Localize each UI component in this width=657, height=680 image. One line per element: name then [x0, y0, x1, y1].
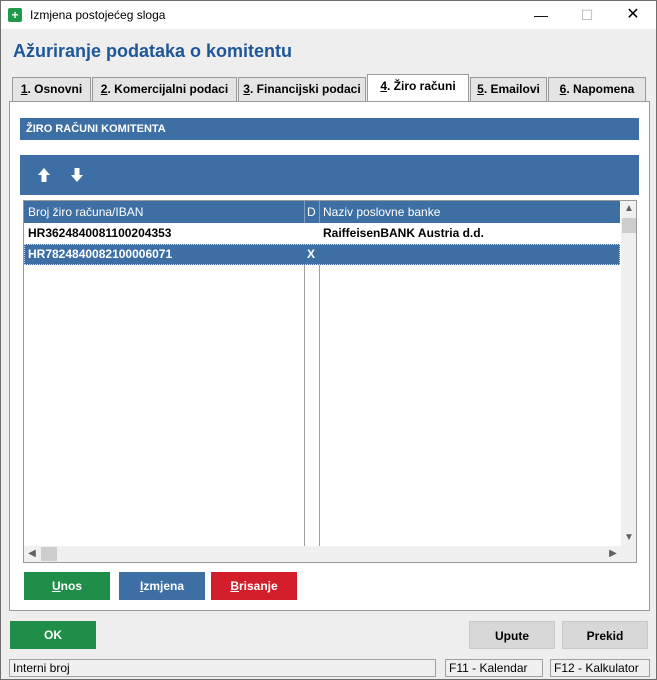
table-row[interactable]: HR3624840081100204353 RaiffeisenBANK Aus…	[24, 223, 620, 244]
move-down-button[interactable]	[66, 164, 88, 186]
cell-iban: HR7824840082100006071	[28, 247, 173, 261]
cell-bank	[319, 244, 619, 265]
tab-ziro-racuni[interactable]: 4. Žiro računi	[367, 74, 469, 101]
dialog-body: Ažuriranje podataka o komitentu 1. Osnov…	[1, 29, 656, 617]
title-bar: + Izmjena postojećeg sloga — ☐ ✕	[1, 1, 656, 29]
upute-button[interactable]: Upute	[469, 621, 555, 649]
scroll-down-icon[interactable]: ▼	[621, 530, 636, 546]
prekid-button[interactable]: Prekid	[562, 621, 648, 649]
button-label: nos	[60, 579, 82, 593]
scroll-thumb[interactable]	[41, 547, 57, 561]
tab-mnemonic: 3	[243, 82, 250, 96]
button-mnemonic: B	[230, 579, 239, 593]
section-header: ŽIRO RAČUNI KOMITENTA	[20, 118, 639, 140]
minimize-button[interactable]: —	[518, 1, 564, 29]
vertical-scrollbar[interactable]: ▲ ▼	[621, 201, 636, 546]
tab-emailovi[interactable]: 5. Emailovi	[470, 77, 547, 101]
status-bar: Interni broj F11 - Kalendar F12 - Kalkul…	[1, 656, 656, 679]
tab-komercijalni-podaci[interactable]: 2. Komercijalni podaci	[92, 77, 237, 101]
close-button[interactable]: ✕	[610, 1, 656, 29]
column-header-d[interactable]: D	[304, 201, 319, 223]
tab-mnemonic: 4	[380, 79, 387, 93]
scrollbar-corner	[621, 546, 636, 562]
button-mnemonic: U	[51, 579, 61, 593]
ok-button[interactable]: OK	[10, 621, 96, 649]
column-divider	[304, 265, 305, 546]
izmjena-button[interactable]: Izmjena	[119, 572, 205, 600]
horizontal-scrollbar[interactable]: ◀ ▶	[24, 546, 621, 562]
column-header-iban[interactable]: Broj žiro računa/IBAN	[24, 201, 304, 223]
brisanje-button[interactable]: Brisanje	[211, 572, 297, 600]
maximize-button[interactable]: ☐	[564, 1, 610, 29]
page-title: Ažuriranje podataka o komitentu	[13, 41, 293, 61]
tab-label: . Osnovni	[27, 82, 83, 96]
scroll-right-icon[interactable]: ▶	[605, 546, 621, 562]
tab-label: . Emailovi	[483, 82, 540, 96]
cell-d: X	[307, 247, 316, 261]
tab-napomena[interactable]: 6. Napomena	[548, 77, 646, 101]
window-title: Izmjena postojećeg sloga	[30, 8, 166, 22]
button-label: risanje	[238, 579, 278, 593]
dialog-window: + Izmjena postojećeg sloga — ☐ ✕ Ažurira…	[0, 0, 657, 680]
cell-iban: HR3624840081100204353	[28, 226, 172, 240]
table-row[interactable]: HR7824840082100006071 X	[24, 244, 620, 265]
tab-osnovni[interactable]: 1. Osnovni	[12, 77, 91, 101]
tab-panel: ŽIRO RAČUNI KOMITENTA Broj žiro računa/I…	[9, 101, 650, 611]
scroll-thumb[interactable]	[622, 218, 636, 233]
unos-button[interactable]: Unos	[24, 572, 110, 600]
status-f11: F11 - Kalendar	[445, 659, 543, 677]
cell-d	[304, 223, 319, 244]
tab-label: . Napomena	[566, 82, 635, 96]
button-label: zmjena	[143, 579, 185, 593]
cell-bank: RaiffeisenBANK Austria d.d.	[323, 226, 484, 240]
status-field: Interni broj	[9, 659, 436, 677]
move-up-button[interactable]	[33, 164, 55, 186]
app-icon: +	[8, 8, 22, 22]
arrow-down-icon	[71, 168, 83, 182]
accounts-grid[interactable]: Broj žiro računa/IBAN D Naziv poslovne b…	[23, 200, 637, 563]
arrow-up-icon	[38, 168, 50, 182]
tab-label: . Komercijalni podaci	[107, 82, 229, 96]
scroll-left-icon[interactable]: ◀	[24, 546, 40, 562]
tab-mnemonic: 5	[477, 82, 484, 96]
tab-label: . Financijski podaci	[249, 82, 361, 96]
scroll-up-icon[interactable]: ▲	[621, 201, 636, 217]
column-divider	[319, 265, 320, 546]
status-f12: F12 - Kalkulator	[550, 659, 650, 677]
tab-financijski-podaci[interactable]: 3. Financijski podaci	[238, 77, 366, 101]
grid-header: Broj žiro računa/IBAN D Naziv poslovne b…	[24, 201, 620, 223]
grid-toolbar	[20, 155, 639, 195]
tab-mnemonic: 1	[20, 82, 28, 96]
tab-label: . Žiro računi	[387, 79, 456, 93]
column-header-bank[interactable]: Naziv poslovne banke	[319, 201, 619, 223]
